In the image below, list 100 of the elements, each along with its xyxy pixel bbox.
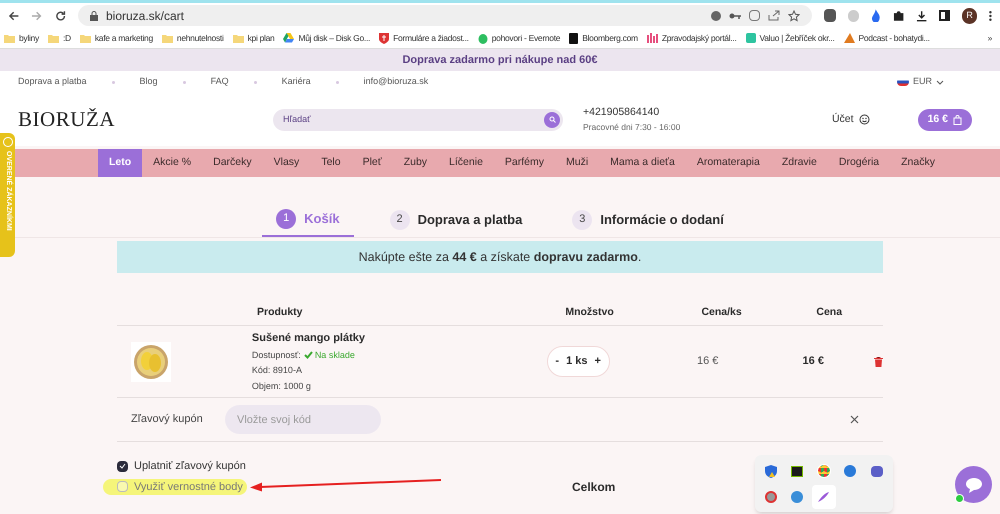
nav-item[interactable]: Vlasy bbox=[262, 149, 310, 177]
search-input[interactable]: Hľadať bbox=[283, 112, 544, 126]
star-icon[interactable] bbox=[788, 10, 800, 22]
folder-icon bbox=[80, 34, 91, 42]
nav-item[interactable]: Líčenie bbox=[438, 149, 494, 177]
browser-icon[interactable] bbox=[818, 465, 830, 477]
checkout-step-tab[interactable]: 3 Informácie o dodaní bbox=[558, 202, 738, 237]
product-name[interactable]: Sušené mango plátky bbox=[252, 330, 502, 346]
cart-button[interactable]: 16 € bbox=[918, 108, 972, 130]
checkbox[interactable] bbox=[117, 460, 128, 472]
step-number: 3 bbox=[572, 210, 592, 230]
feather-icon[interactable] bbox=[817, 491, 830, 503]
column-header: Produkty bbox=[256, 305, 304, 320]
checkout-step-tab[interactable]: 1 Košík bbox=[262, 202, 354, 237]
top-link[interactable]: Blog bbox=[140, 75, 158, 89]
chat-icon bbox=[964, 476, 982, 492]
back-icon[interactable] bbox=[8, 10, 20, 22]
bookmark[interactable]: Podcast - bohatydi... bbox=[844, 32, 930, 44]
search-button[interactable] bbox=[544, 112, 560, 128]
close-icon[interactable] bbox=[850, 415, 859, 424]
nav-item[interactable]: Muži bbox=[555, 149, 600, 177]
column-header: Cena bbox=[815, 305, 844, 320]
checkbox-label[interactable]: Využiť vernostné body bbox=[134, 478, 243, 495]
share-icon[interactable] bbox=[768, 10, 780, 21]
checkbox-label[interactable]: Uplatniť zľavový kupón bbox=[134, 458, 246, 474]
availability-status: Na sklade bbox=[304, 348, 355, 362]
nav-item[interactable]: Akcie % bbox=[142, 149, 202, 177]
search-icon bbox=[548, 116, 556, 123]
nav-item[interactable]: Zdravie bbox=[770, 149, 828, 177]
reload-icon[interactable] bbox=[54, 10, 66, 22]
top-link[interactable]: Doprava a platba bbox=[18, 75, 87, 89]
url-text: bioruza.sk/cart bbox=[106, 8, 186, 24]
bookmark[interactable]: byliny bbox=[4, 32, 39, 44]
extension-icon[interactable] bbox=[824, 9, 836, 22]
phone-number[interactable]: +421905864140 bbox=[583, 105, 680, 121]
bars-icon bbox=[646, 33, 658, 43]
quantity-stepper[interactable]: - 1 ks + bbox=[546, 346, 610, 377]
step-number: 1 bbox=[276, 208, 296, 228]
minus-button[interactable]: - bbox=[555, 353, 560, 370]
bookmark[interactable]: Valuo | Žebříček okr... bbox=[746, 32, 835, 44]
column-header: Cena/ks bbox=[700, 305, 743, 320]
top-link[interactable]: info@bioruza.sk bbox=[364, 75, 428, 89]
folder-icon bbox=[162, 34, 173, 42]
top-link[interactable]: Kariéra bbox=[282, 75, 311, 89]
chat-button[interactable] bbox=[955, 466, 992, 503]
checkout-step-tab[interactable]: 2 Doprava a platba bbox=[376, 202, 536, 237]
smiley-icon[interactable] bbox=[858, 114, 870, 125]
step-number: 2 bbox=[390, 210, 410, 230]
nav-item[interactable]: Drogéria bbox=[828, 149, 890, 177]
nav-item[interactable]: Telo bbox=[310, 149, 352, 177]
bookmark[interactable]: pohovori - Evernote bbox=[478, 32, 560, 44]
trash-icon[interactable] bbox=[874, 356, 884, 366]
site-info-icon[interactable] bbox=[710, 10, 721, 20]
bookmark[interactable]: :D bbox=[48, 32, 71, 44]
more-bookmarks-button[interactable]: » bbox=[988, 32, 992, 44]
quantity-value: 1 ks bbox=[566, 354, 588, 370]
coupon-field[interactable]: Vložte svoj kód bbox=[225, 405, 381, 434]
bookmark[interactable]: Formuláre a žiadost... bbox=[379, 32, 469, 44]
square-icon bbox=[746, 33, 756, 43]
chevron-down-icon[interactable] bbox=[936, 80, 944, 84]
check-icon bbox=[119, 463, 126, 470]
nav-item[interactable]: Darčeky bbox=[202, 149, 263, 177]
bookmark[interactable]: Zpravodajský portál... bbox=[646, 32, 737, 44]
total-price: 16 € bbox=[802, 354, 824, 370]
side-panel-icon[interactable] bbox=[939, 10, 950, 21]
bookmark[interactable]: kpi plan bbox=[232, 32, 274, 44]
tray-app-icon[interactable] bbox=[791, 466, 804, 476]
nav-item[interactable]: Značky bbox=[890, 149, 946, 177]
search-field[interactable]: Hľadať bbox=[273, 108, 563, 130]
nav-item[interactable]: Aromaterapia bbox=[686, 149, 771, 177]
key-icon[interactable] bbox=[728, 12, 741, 20]
bookmark[interactable]: Bloomberg.com bbox=[569, 32, 638, 44]
nav-item[interactable]: Pleť bbox=[352, 149, 393, 177]
bookmark[interactable]: Můj disk – Disk Go... bbox=[283, 32, 370, 44]
bookmark[interactable]: nehnutelnosti bbox=[162, 32, 224, 44]
shield-icon bbox=[379, 32, 390, 44]
nav-item[interactable]: Zuby bbox=[392, 149, 438, 177]
shield-icon[interactable] bbox=[765, 464, 777, 478]
nav-item[interactable]: Leto bbox=[98, 149, 142, 177]
bookmark[interactable]: kafe a marketing bbox=[80, 32, 153, 44]
availability-label: Dostupnosť: bbox=[252, 348, 301, 362]
bag-icon bbox=[953, 114, 962, 124]
nav-item[interactable]: Parfémy bbox=[494, 149, 555, 177]
profile-avatar[interactable]: R bbox=[962, 8, 978, 24]
check-icon bbox=[304, 351, 313, 360]
download-icon[interactable] bbox=[916, 10, 928, 22]
plus-button[interactable]: + bbox=[594, 353, 601, 370]
menu-icon[interactable] bbox=[989, 10, 992, 22]
triangle-icon bbox=[844, 33, 855, 43]
flag-icon bbox=[896, 78, 909, 86]
announcement-text: Doprava zadarmo pri nákupe nad 60€ bbox=[402, 52, 598, 68]
logo[interactable]: BIORUŽA bbox=[18, 104, 273, 136]
currency-selector[interactable]: EUR bbox=[912, 75, 932, 89]
checkbox[interactable] bbox=[117, 481, 128, 492]
column-header: Množstvo bbox=[564, 305, 615, 320]
nav-item[interactable]: Mama a dieťa bbox=[599, 149, 686, 177]
account-link[interactable]: Účet bbox=[832, 112, 854, 128]
top-link[interactable]: FAQ bbox=[210, 75, 229, 89]
drive-icon bbox=[283, 33, 294, 43]
address-bar[interactable]: bioruza.sk/cart bbox=[78, 5, 812, 26]
